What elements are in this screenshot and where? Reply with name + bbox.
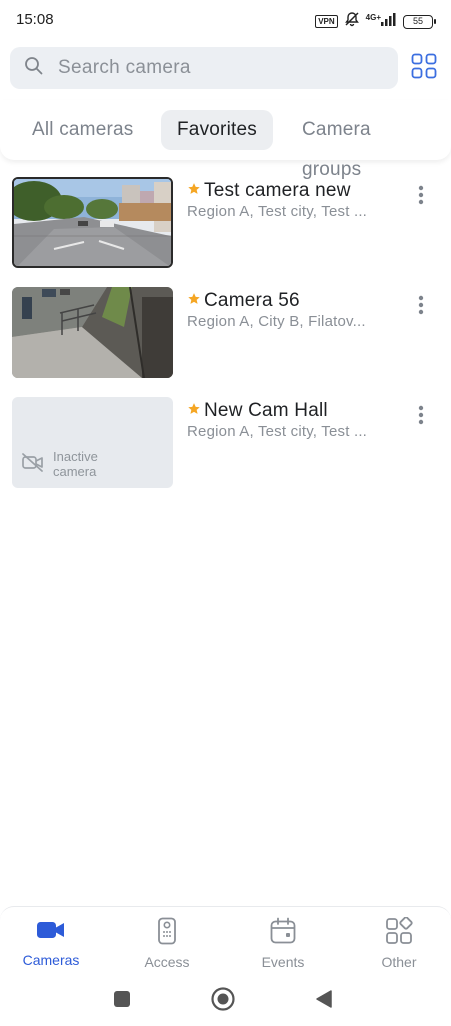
more-options-button[interactable] [409,185,433,209]
tab-all-cameras[interactable]: All cameras [16,110,149,150]
nav-label: Access [144,954,190,970]
video-off-icon [21,452,45,477]
back-button[interactable] [312,989,336,1013]
more-vertical-icon [418,185,424,210]
vpn-badge: VPN [315,15,338,28]
mute-icon [344,11,360,32]
camera-list-item[interactable]: Camera 56 Region A, City B, Filatov... [0,287,451,382]
camera-list-item[interactable]: Test camera new Region A, Test city, Tes… [0,177,451,272]
favorite-star-icon[interactable] [187,182,201,201]
more-vertical-icon [418,405,424,430]
camera-list-item[interactable]: Inactive camera New Cam Hall Region A, T… [0,397,451,492]
grid-view-icon [411,53,437,84]
nav-label: Other [381,954,417,970]
nav-label: Events [261,954,305,970]
camera-name: Camera 56 [204,290,300,311]
grid-view-button[interactable] [409,53,439,83]
camera-filter-tabs: All cameras Favorites Camera groups [0,100,451,180]
status-bar: 15:08 VPN 4G+ 55 [0,0,451,40]
favorite-star-icon[interactable] [187,292,201,311]
more-vertical-icon [418,295,424,320]
nav-label: Cameras [22,952,80,968]
camera-thumbnail-inactive: Inactive camera [12,397,173,488]
inactive-indicator: Inactive camera [21,449,113,479]
nav-events[interactable]: Events [233,917,333,970]
back-triangle-icon [315,989,333,1014]
battery-indicator: 55 [403,14,436,29]
apps-icon [385,916,413,949]
camera-address: Region A, Test city, Test ... [187,423,368,440]
search-icon [24,56,44,81]
camera-address: Region A, Test city, Test ... [187,203,368,220]
camera-title: Test camera new [187,180,351,202]
home-button[interactable] [211,986,235,1016]
more-options-button[interactable] [409,405,433,429]
home-circle-icon [211,986,235,1016]
camera-title: Camera 56 [187,290,300,312]
bottom-navigation: Cameras Access Events Other [0,906,451,972]
video-camera-icon [36,922,66,947]
camera-name: Test camera new [204,180,351,201]
nav-cameras[interactable]: Cameras [1,917,101,968]
camera-title: New Cam Hall [187,400,328,422]
intercom-icon [154,917,180,949]
tab-camera-groups[interactable]: Camera groups [286,110,451,180]
recents-button[interactable] [110,989,134,1013]
status-time: 15:08 [16,11,54,28]
nav-other[interactable]: Other [349,916,449,970]
system-navigation-bar [0,975,451,1026]
status-icons: VPN 4G+ 55 [315,11,436,32]
search-input[interactable] [58,57,378,79]
favorite-star-icon[interactable] [187,402,201,421]
camera-thumbnail [12,287,173,378]
tab-favorites[interactable]: Favorites [161,110,273,150]
search-bar[interactable] [10,47,398,89]
more-options-button[interactable] [409,295,433,319]
network-type: 4G+ [365,13,381,22]
camera-name: New Cam Hall [204,400,328,421]
inactive-label: Inactive camera [53,449,98,479]
nav-access[interactable]: Access [117,917,217,970]
camera-thumbnail [12,177,173,268]
calendar-icon [269,917,297,949]
signal-icon [381,12,397,31]
camera-address: Region A, City B, Filatov... [187,313,366,330]
square-icon [113,990,131,1013]
